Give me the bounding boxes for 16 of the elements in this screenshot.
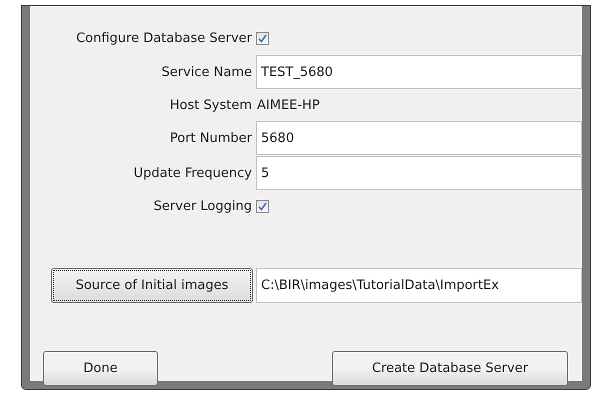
field-label: Server Logging — [152, 199, 253, 214]
input-field[interactable]: TEST_5680 — [256, 55, 582, 89]
create-button[interactable]: Create Database Server — [332, 351, 568, 386]
source-button[interactable]: Source of Initial images — [51, 268, 253, 303]
checkbox[interactable] — [256, 32, 269, 45]
input-field[interactable]: 5680 — [256, 121, 582, 155]
field-label: Host System — [168, 98, 253, 112]
input-field[interactable]: 5 — [256, 156, 582, 190]
field-label: Port Number — [168, 130, 253, 146]
field-label: Configure Database Server — [75, 31, 253, 46]
path-field[interactable]: C:\BIR\images\TutorialData\ImportEx — [256, 268, 582, 303]
value-text: AIMEE-HP — [256, 96, 321, 114]
field-label: Service Name — [160, 64, 253, 80]
done-button[interactable]: Done — [43, 351, 158, 386]
field-label: Update Frequency — [132, 166, 253, 180]
checkbox[interactable] — [256, 200, 269, 213]
